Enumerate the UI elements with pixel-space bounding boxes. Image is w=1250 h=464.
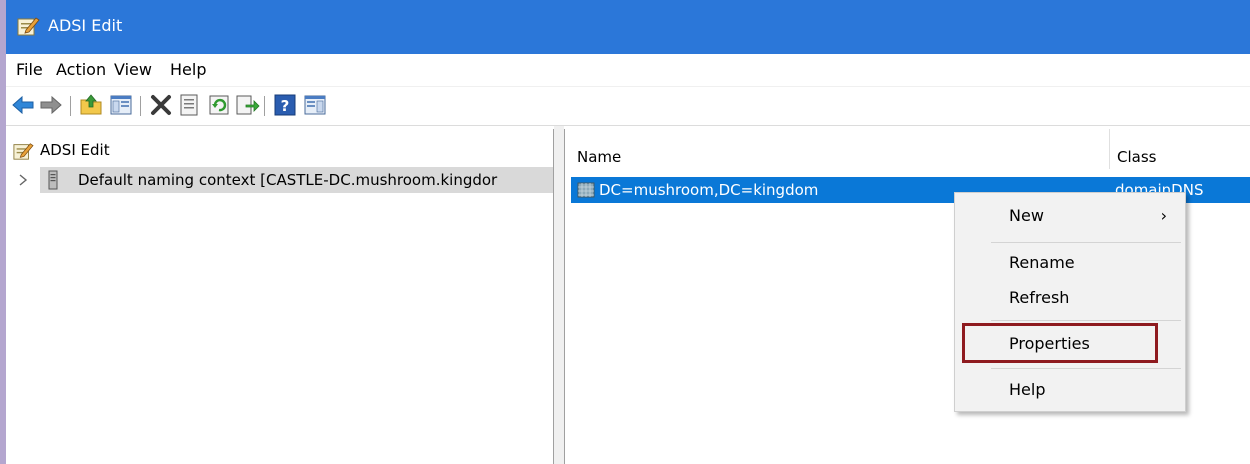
context-menu-item-label: Help xyxy=(1009,380,1046,399)
show-hide-action-pane-icon[interactable] xyxy=(302,92,328,118)
export-list-icon[interactable] xyxy=(234,92,260,118)
row-name: DC=mushroom,DC=kingdom xyxy=(599,181,819,199)
toolbar-separator xyxy=(264,96,265,116)
tree-pane: ADSI Edit Default naming context [CASTLE… xyxy=(6,129,554,464)
server-icon xyxy=(48,170,58,190)
help-icon[interactable]: ? xyxy=(272,92,298,118)
menu-help[interactable]: Help xyxy=(168,60,208,80)
adsi-edit-window: ADSI Edit File Action View Help ? ADSI E… xyxy=(6,0,1250,464)
chevron-right-icon[interactable] xyxy=(16,172,30,188)
context-menu-separator xyxy=(991,242,1181,243)
context-menu-item-help[interactable]: Help xyxy=(955,375,1185,405)
show-hide-tree-icon[interactable] xyxy=(108,92,134,118)
context-menu: New › Rename Refresh Properties Help xyxy=(954,192,1186,412)
menu-bar: File Action View Help xyxy=(6,54,1250,87)
context-menu-item-label: Refresh xyxy=(1009,288,1070,307)
column-header-class[interactable]: Class xyxy=(1117,143,1156,171)
menu-file[interactable]: File xyxy=(14,60,45,80)
up-folder-icon[interactable] xyxy=(78,92,104,118)
column-header-name[interactable]: Name xyxy=(577,143,621,171)
refresh-icon[interactable] xyxy=(206,92,232,118)
adsi-edit-app-icon xyxy=(17,17,40,36)
properties-sheet-icon[interactable] xyxy=(176,92,202,118)
menu-action[interactable]: Action xyxy=(54,60,108,80)
toolbar-separator xyxy=(70,96,71,116)
context-menu-item-refresh[interactable]: Refresh xyxy=(955,283,1185,313)
delete-x-icon[interactable] xyxy=(148,92,174,118)
forward-arrow-icon[interactable] xyxy=(38,92,64,118)
toolbar-separator xyxy=(140,96,141,116)
tree-root-label: ADSI Edit xyxy=(40,141,110,159)
context-menu-item-label: Rename xyxy=(1009,253,1075,272)
context-menu-item-rename[interactable]: Rename xyxy=(955,248,1185,278)
domain-icon xyxy=(577,182,595,198)
column-divider[interactable] xyxy=(1109,129,1110,169)
adsi-edit-icon xyxy=(13,143,34,160)
pane-splitter[interactable] xyxy=(554,126,564,464)
chevron-right-icon: › xyxy=(1160,206,1167,225)
properties-highlight-box xyxy=(962,323,1158,363)
toolbar: ? xyxy=(6,87,1250,126)
context-menu-separator xyxy=(991,320,1181,321)
back-arrow-icon[interactable] xyxy=(10,92,36,118)
svg-text:?: ? xyxy=(281,97,290,115)
context-menu-separator xyxy=(991,368,1181,369)
tree-node-default-naming-context[interactable]: Default naming context [CASTLE-DC.mushro… xyxy=(40,167,553,193)
tree-node-label: Default naming context [CASTLE-DC.mushro… xyxy=(78,171,498,189)
window-title: ADSI Edit xyxy=(48,16,123,35)
title-bar[interactable]: ADSI Edit xyxy=(6,0,1250,54)
menu-view[interactable]: View xyxy=(112,60,154,80)
context-menu-item-new[interactable]: New › xyxy=(955,201,1185,231)
context-menu-item-label: New xyxy=(1009,206,1044,225)
